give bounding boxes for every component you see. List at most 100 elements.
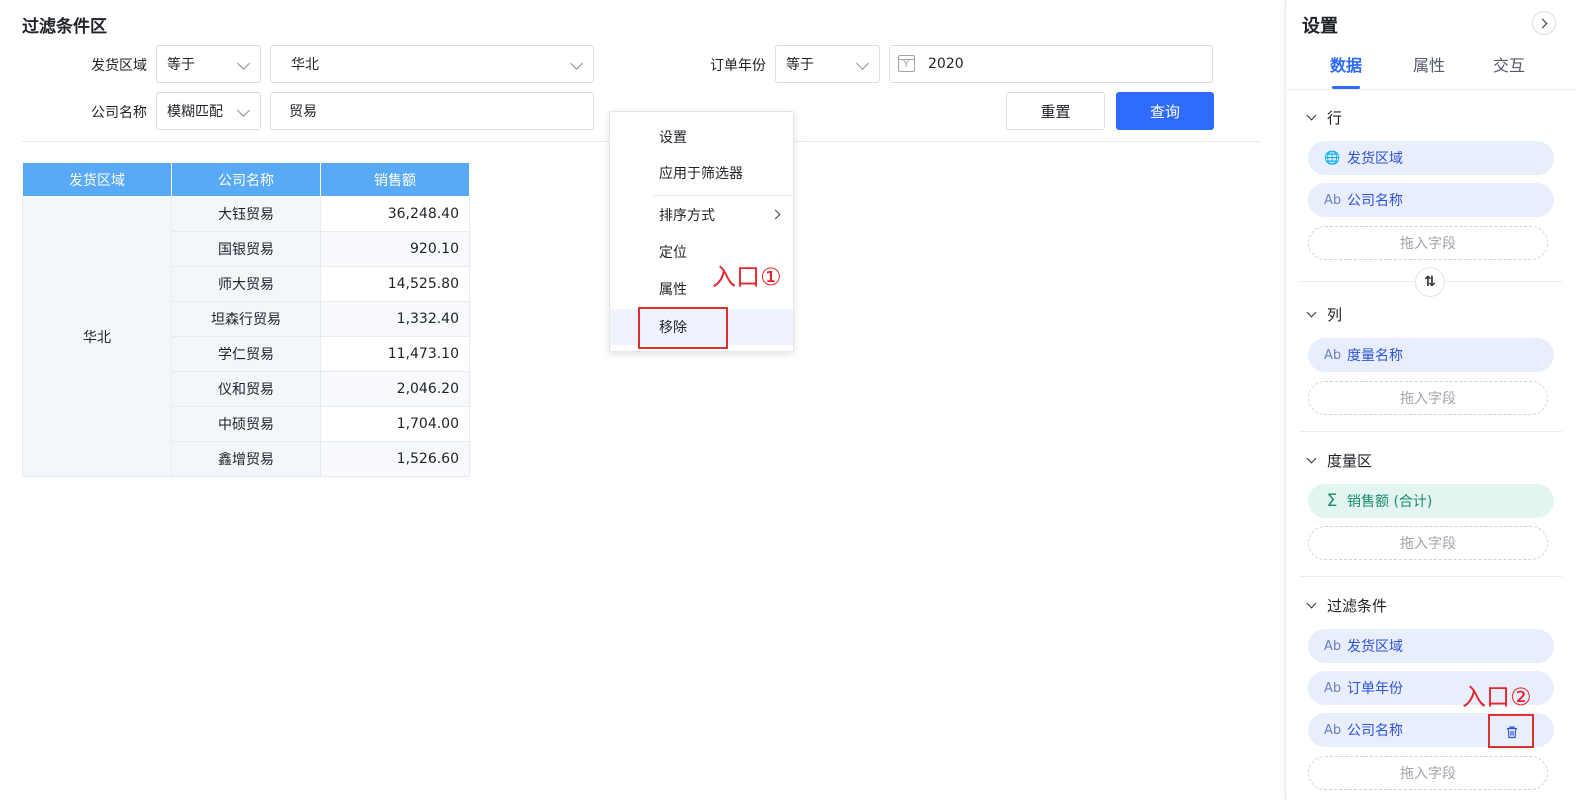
company-cell[interactable]: 师大贸易	[171, 266, 321, 302]
chevron-down-icon	[1306, 598, 1317, 609]
field-label: 公司名称	[1347, 193, 1403, 209]
section-column-toggle[interactable]: 列	[1306, 304, 1343, 325]
tab-properties[interactable]: 属性	[1389, 52, 1469, 76]
field-label: 度量名称	[1347, 348, 1403, 364]
amount-cell[interactable]: 2,046.20	[320, 371, 470, 407]
settings-panel: 设置 数据 属性 交互 行 🌐 发货区域 Ab 公司名称 拖入字段 ⇅ 列 Ab	[1285, 0, 1576, 800]
region-cell[interactable]: 华北	[22, 196, 172, 477]
field-label: 销售额 (合计)	[1347, 494, 1433, 510]
tab-divider	[1286, 89, 1576, 90]
collapse-panel-button[interactable]	[1532, 11, 1556, 35]
swap-rows-columns-button[interactable]: ⇅	[1415, 267, 1445, 297]
company-operator-select[interactable]: 模糊匹配	[156, 92, 261, 130]
measure-drop-zone[interactable]: 拖入字段	[1308, 526, 1548, 560]
amount-cell[interactable]: 11,473.10	[320, 336, 470, 372]
sigma-icon: Σ	[1326, 491, 1338, 511]
row-field-region[interactable]: 🌐 发货区域	[1308, 141, 1554, 175]
header-sales[interactable]: 销售额	[320, 162, 470, 197]
section-row-title: 行	[1327, 109, 1343, 127]
filter-field-region[interactable]: Ab 发货区域	[1308, 629, 1554, 663]
menu-item-sort[interactable]: 排序方式	[610, 197, 793, 233]
chevron-right-icon	[770, 209, 781, 220]
company-cell[interactable]: 中硕贸易	[171, 406, 321, 442]
amount-cell[interactable]: 920.10	[320, 231, 470, 267]
filter-label-year: 订单年份	[710, 58, 766, 74]
amount-cell[interactable]: 14,525.80	[320, 266, 470, 302]
globe-icon: 🌐	[1324, 150, 1341, 166]
field-label: 发货区域	[1347, 639, 1403, 655]
chevron-down-icon	[570, 57, 583, 70]
text-type-icon: Ab	[1324, 680, 1342, 696]
company-cell[interactable]: 学仁贸易	[171, 336, 321, 372]
pivot-table: 发货区域 公司名称 销售额 华北 大钰贸易 36,248.40 国银贸易 920…	[22, 162, 470, 477]
field-label: 公司名称	[1347, 723, 1403, 739]
filter-drop-zone[interactable]: 拖入字段	[1308, 756, 1548, 790]
region-operator-value: 等于	[167, 57, 195, 73]
chevron-down-icon	[1306, 453, 1317, 464]
annotation-entry-2: 入口②	[1462, 683, 1532, 711]
header-company[interactable]: 公司名称	[171, 162, 321, 197]
table-row: 华北 大钰贸易 36,248.40	[22, 196, 470, 477]
menu-separator	[654, 195, 794, 196]
section-divider	[1300, 576, 1562, 577]
company-cell[interactable]: 鑫增贸易	[171, 441, 321, 477]
year-operator-value: 等于	[786, 57, 814, 73]
amount-cell[interactable]: 1,526.60	[320, 441, 470, 477]
section-measure-toggle[interactable]: 度量区	[1306, 450, 1373, 471]
column-drop-zone[interactable]: 拖入字段	[1308, 381, 1548, 415]
highlight-box-remove	[638, 307, 728, 349]
text-type-icon: Ab	[1324, 722, 1342, 738]
company-cell[interactable]: 国银贸易	[171, 231, 321, 267]
section-filter-toggle[interactable]: 过滤条件	[1306, 595, 1388, 616]
amount-cell[interactable]: 36,248.40	[320, 196, 470, 232]
section-row-toggle[interactable]: 行	[1306, 107, 1343, 128]
menu-item-sort-label: 排序方式	[659, 208, 715, 224]
amount-cell[interactable]: 1,704.00	[320, 406, 470, 442]
row-drop-zone[interactable]: 拖入字段	[1308, 226, 1548, 260]
highlight-box-delete	[1488, 714, 1534, 748]
row-field-company[interactable]: Ab 公司名称	[1308, 183, 1554, 217]
chevron-down-icon	[237, 104, 250, 117]
calendar-icon: Y	[898, 55, 915, 72]
amount-cell[interactable]: 1,332.40	[320, 301, 470, 337]
company-value: 贸易	[289, 104, 317, 120]
chevron-down-icon	[1306, 307, 1317, 318]
measure-field-sales-sum[interactable]: Σ 销售额 (合计)	[1308, 484, 1554, 518]
menu-item-apply-to-filter[interactable]: 应用于筛选器	[610, 155, 793, 191]
text-type-icon: Ab	[1324, 192, 1342, 208]
section-column-title: 列	[1327, 306, 1343, 324]
filter-label-region: 发货区域	[91, 58, 147, 74]
section-divider	[1300, 431, 1562, 432]
column-field-measure-names[interactable]: Ab 度量名称	[1308, 338, 1554, 372]
menu-item-settings[interactable]: 设置	[610, 119, 793, 155]
tab-data[interactable]: 数据	[1306, 52, 1386, 76]
chevron-down-icon	[1306, 110, 1317, 121]
company-cell[interactable]: 仪和贸易	[171, 371, 321, 407]
annotation-entry-1: 入口①	[712, 263, 782, 291]
company-operator-value: 模糊匹配	[167, 104, 223, 120]
text-type-icon: Ab	[1324, 638, 1342, 654]
year-value: 2020	[928, 56, 964, 72]
company-cell[interactable]: 大钰贸易	[171, 196, 321, 232]
reset-button[interactable]: 重置	[1006, 92, 1105, 130]
year-date-picker[interactable]: Y 2020	[889, 45, 1213, 83]
tab-interaction[interactable]: 交互	[1469, 52, 1549, 76]
section-filter-title: 过滤条件	[1327, 597, 1388, 615]
filter-area-title: 过滤条件区	[22, 17, 107, 37]
header-region[interactable]: 发货区域	[22, 162, 172, 197]
region-operator-select[interactable]: 等于	[156, 45, 261, 83]
region-value-select[interactable]: 华北	[270, 45, 594, 83]
chevron-down-icon	[856, 57, 869, 70]
filter-label-company: 公司名称	[91, 105, 147, 121]
field-label: 订单年份	[1347, 681, 1403, 697]
company-cell[interactable]: 坦森行贸易	[171, 301, 321, 337]
chevron-down-icon	[237, 57, 250, 70]
company-value-input[interactable]: 贸易	[270, 92, 594, 130]
panel-title: 设置	[1302, 16, 1338, 37]
region-value: 华北	[291, 57, 319, 73]
year-operator-select[interactable]: 等于	[775, 45, 880, 83]
section-measure-title: 度量区	[1327, 452, 1373, 470]
field-label: 发货区域	[1347, 151, 1403, 167]
query-button[interactable]: 查询	[1116, 92, 1214, 130]
text-type-icon: Ab	[1324, 347, 1342, 363]
